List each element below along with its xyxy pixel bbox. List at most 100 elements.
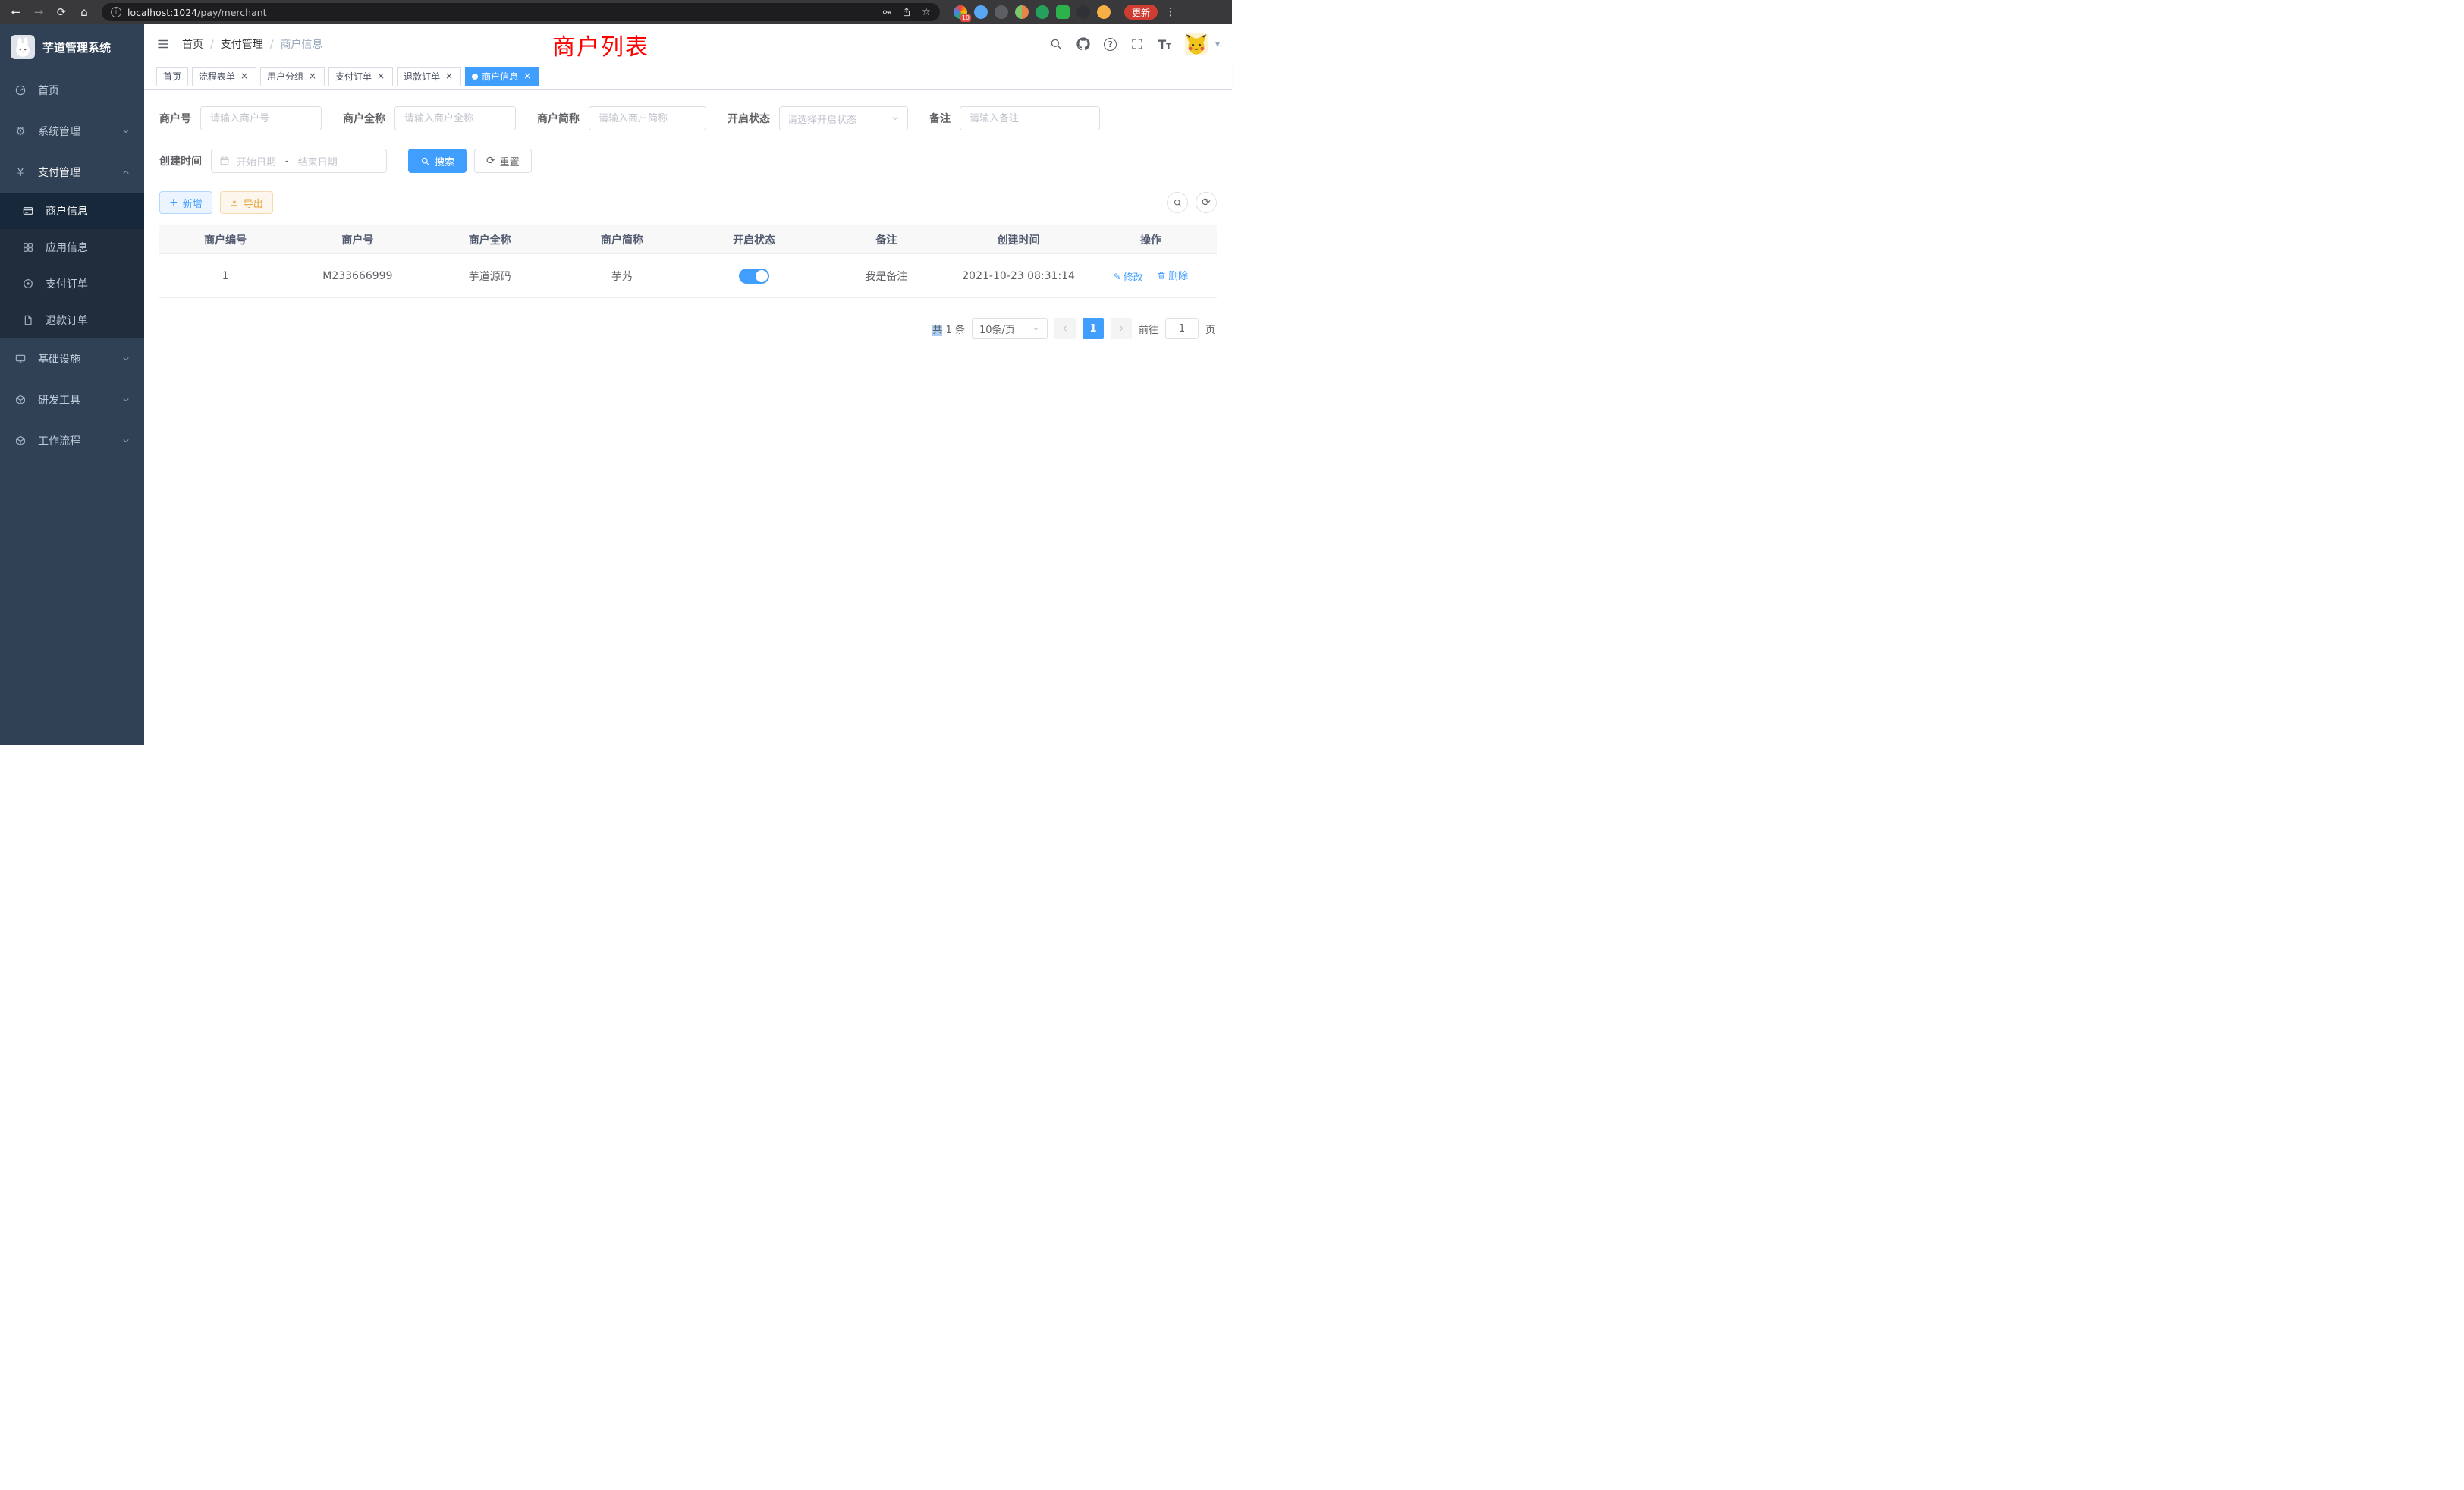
edit-icon: ✎ [1114, 272, 1121, 281]
sidebar-item-label: 应用信息 [46, 240, 88, 255]
hamburger-icon[interactable] [156, 37, 170, 51]
payment-submenu: 商户信息 应用信息 支付订单 退款订单 [0, 193, 144, 338]
browser-menu-icon[interactable]: ⋮ [1165, 6, 1176, 18]
breadcrumb-item[interactable]: 首页 [182, 36, 221, 52]
sidebar-item-dev-tools[interactable]: 研发工具 [0, 379, 144, 420]
browser-reload-icon[interactable]: ⟳ [52, 0, 71, 24]
tab-process-form[interactable]: 流程表单 [192, 67, 256, 86]
share-icon[interactable] [901, 7, 912, 17]
full-name-input[interactable] [394, 106, 516, 130]
url-text: localhost:1024/pay/merchant [127, 7, 267, 18]
search-icon[interactable] [1049, 37, 1063, 51]
column-header: 商户编号 [159, 232, 291, 247]
extension-icon[interactable] [1036, 5, 1049, 19]
reset-button[interactable]: ⟳ 重置 [474, 149, 532, 173]
cell-short-name: 芋艿 [556, 269, 688, 284]
browser-home-icon[interactable]: ⌂ [74, 0, 94, 24]
sidebar-item-pay-order[interactable]: 支付订单 [0, 266, 144, 302]
extension-icon[interactable]: 10 [954, 5, 967, 19]
tab-merchant-info[interactable]: 商户信息 [465, 67, 539, 86]
close-icon[interactable] [239, 71, 250, 82]
sidebar-item-workflow[interactable]: 工作流程 [0, 420, 144, 461]
filter-remark: 备注 [929, 106, 1100, 130]
font-size-icon[interactable]: TT [1158, 37, 1171, 52]
delete-link[interactable]: 删除 [1157, 268, 1188, 282]
cell-create-time: 2021-10-23 08:31:14 [953, 270, 1085, 282]
sidebar-item-system[interactable]: ⚙ 系统管理 [0, 111, 144, 152]
app-logo[interactable]: 芋道管理系统 [0, 24, 144, 70]
chevron-down-icon [121, 354, 130, 363]
browser-back-icon[interactable]: ← [6, 0, 26, 24]
search-button[interactable]: 搜索 [408, 149, 467, 173]
extension-icon[interactable] [1076, 5, 1090, 19]
sidebar-item-refund-order[interactable]: 退款订单 [0, 302, 144, 338]
export-button[interactable]: 导出 [220, 191, 273, 214]
sidebar-item-label: 退款订单 [46, 313, 88, 328]
extension-icon[interactable] [1097, 5, 1111, 19]
status-switch[interactable] [739, 269, 769, 284]
date-start-placeholder: 开始日期 [237, 154, 276, 168]
add-button[interactable]: + 新增 [159, 191, 212, 214]
sidebar-item-app-info[interactable]: 应用信息 [0, 229, 144, 266]
refresh-table-button[interactable]: ⟳ [1196, 192, 1217, 213]
page-1-button[interactable]: 1 [1083, 318, 1104, 339]
caret-down-icon[interactable]: ▾ [1215, 39, 1220, 49]
extension-icon[interactable] [995, 5, 1008, 19]
browser-forward-icon[interactable]: → [29, 0, 49, 24]
github-icon[interactable] [1076, 37, 1090, 51]
bookmark-star-icon[interactable]: ☆ [921, 7, 931, 17]
breadcrumb-item[interactable]: 支付管理 [221, 36, 281, 52]
page-size-select[interactable]: 10条/页 [972, 318, 1048, 339]
sidebar-item-label: 支付管理 [38, 165, 80, 180]
help-icon[interactable]: ? [1104, 38, 1117, 51]
navbar: 首页 支付管理 商户信息 ? TT ▾ [144, 24, 1232, 64]
close-icon[interactable] [522, 71, 533, 82]
extension-icon[interactable] [1056, 5, 1070, 19]
tab-refund-order[interactable]: 退款订单 [397, 67, 461, 86]
chevron-up-icon [121, 168, 130, 177]
create-time-range[interactable]: 开始日期 - 结束日期 [211, 149, 387, 173]
page-content: 商户号 商户全称 商户简称 开启状态 请选择开启状态 [144, 90, 1232, 745]
url-bar[interactable]: i localhost:1024/pay/merchant ☆ [102, 3, 940, 21]
navbar-actions: ? TT ▾ [1049, 33, 1220, 55]
password-key-icon[interactable] [882, 7, 892, 17]
close-icon[interactable] [307, 71, 318, 82]
goto-page-input[interactable] [1165, 318, 1199, 339]
close-icon[interactable] [444, 71, 454, 82]
close-icon[interactable] [376, 71, 386, 82]
site-info-icon[interactable]: i [111, 7, 121, 17]
sidebar-item-home[interactable]: 首页 [0, 70, 144, 111]
extension-icon[interactable] [974, 5, 988, 19]
refresh-icon: ⟳ [486, 156, 495, 166]
status-select[interactable]: 请选择开启状态 [779, 106, 908, 130]
field-label: 商户号 [159, 111, 191, 126]
yen-icon: ¥ [14, 167, 27, 178]
prev-page-button[interactable] [1054, 318, 1076, 339]
chevron-down-icon [121, 436, 130, 445]
avatar[interactable] [1185, 33, 1208, 55]
merchant-no-input[interactable] [200, 106, 322, 130]
remark-input[interactable] [960, 106, 1100, 130]
total-count: 共 1 条 [932, 322, 965, 336]
toggle-search-button[interactable] [1167, 192, 1188, 213]
tab-home[interactable]: 首页 [156, 67, 188, 86]
tab-user-group[interactable]: 用户分组 [260, 67, 325, 86]
column-header: 操作 [1085, 232, 1217, 247]
filter-row-1: 商户号 商户全称 商户简称 开启状态 请选择开启状态 [159, 106, 1217, 130]
sidebar: 芋道管理系统 首页 ⚙ 系统管理 ¥ 支付管理 商户信息 应用信息 [0, 24, 144, 745]
edit-link[interactable]: ✎修改 [1114, 269, 1143, 284]
chevron-down-icon [1032, 325, 1040, 333]
filter-merchant-no: 商户号 [159, 106, 322, 130]
sidebar-item-payment[interactable]: ¥ 支付管理 [0, 152, 144, 193]
fullscreen-icon[interactable] [1130, 37, 1144, 51]
cell-full-name: 芋道源码 [424, 269, 556, 284]
tab-pay-order[interactable]: 支付订单 [328, 67, 393, 86]
browser-update-button[interactable]: 更新 [1124, 5, 1158, 20]
next-page-button[interactable] [1111, 318, 1132, 339]
sidebar-item-merchant-info[interactable]: 商户信息 [0, 193, 144, 229]
chevron-left-icon [1061, 324, 1070, 333]
short-name-input[interactable] [589, 106, 706, 130]
extension-icon[interactable] [1015, 5, 1029, 19]
filter-row-2: 创建时间 开始日期 - 结束日期 搜索 ⟳ 重置 [159, 149, 1217, 173]
sidebar-item-infra[interactable]: 基础设施 [0, 338, 144, 379]
